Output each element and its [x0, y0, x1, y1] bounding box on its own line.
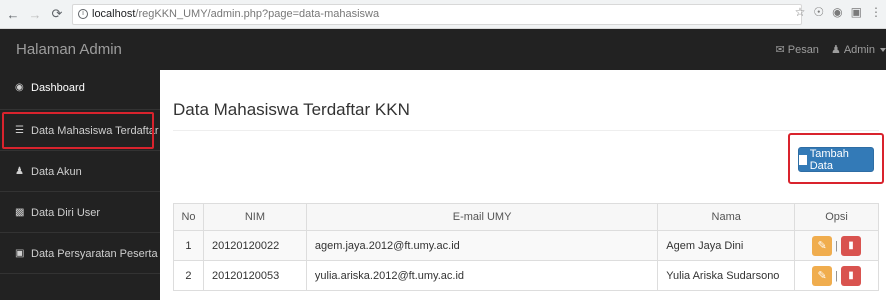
pencil-icon: ✎	[817, 270, 827, 282]
separator: |	[835, 239, 838, 252]
browser-extensions: ☆ ☉ ◉ ▣ ⋮	[795, 5, 882, 19]
star-icon[interactable]: ☆	[795, 5, 806, 19]
sidebar-item-label: Data Akun	[31, 165, 82, 178]
row-actions: ✎ | ▮	[795, 235, 878, 256]
add-data-label: Tambah Data	[809, 147, 849, 172]
data-table: No NIM E-mail UMY Nama Opsi 1 2012012002…	[173, 203, 879, 291]
cell-nama: Yulia Ariska Sudarsono	[657, 260, 796, 291]
user-icon: ♟	[830, 44, 841, 56]
cell-opsi: ✎ | ▮	[794, 260, 879, 291]
forward-arrow-icon[interactable]: →	[26, 4, 44, 24]
navbar-right: ✉ Pesan ♟ Admin	[776, 29, 886, 70]
cast-icon[interactable]: ▣	[851, 5, 862, 19]
extension-icon[interactable]: ◉	[832, 5, 842, 19]
add-data-button[interactable]: Tambah Data	[798, 147, 874, 172]
user-label: Admin	[843, 43, 875, 56]
user-menu[interactable]: ♟ Admin	[831, 43, 886, 56]
delete-button[interactable]: ▮	[840, 235, 861, 256]
cell-nama: Agem Jaya Dini	[657, 230, 796, 261]
header-opsi: Opsi	[794, 203, 879, 231]
separator: |	[835, 269, 838, 282]
divider	[173, 130, 879, 131]
brand-title[interactable]: Halaman Admin	[16, 41, 122, 58]
envelope-icon: ✉	[775, 44, 785, 56]
browser-toolbar: ← → ⟳ i localhost/regKKN_UMY/admin.php?p…	[0, 0, 886, 29]
back-arrow-icon[interactable]: ←	[4, 4, 22, 24]
sidebar-item-label: Dashboard	[31, 82, 85, 94]
highlight-box	[2, 112, 154, 149]
header-email: E-mail UMY	[305, 203, 659, 231]
sidebar-item-label: Data Diri User	[31, 206, 101, 219]
edit-button[interactable]: ✎	[812, 235, 833, 256]
reload-icon[interactable]: ⟳	[48, 4, 66, 24]
page-title: Data Mahasiswa Terdaftar KKN	[173, 100, 410, 119]
cell-opsi: ✎ | ▮	[794, 230, 879, 261]
table-header-row: No NIM E-mail UMY Nama Opsi	[173, 203, 879, 231]
trash-icon: ▮	[848, 270, 854, 281]
messages-label: Pesan	[787, 43, 819, 56]
cell-email: yulia.ariska.2012@ft.umy.ac.id	[305, 260, 659, 291]
sidebar-item-data-diri[interactable]: ▩ Data Diri User	[0, 193, 160, 233]
cell-nim: 20120120053	[202, 260, 307, 291]
sidebar-item-label: Data Persyaratan Peserta	[31, 247, 158, 260]
cell-no: 1	[173, 230, 204, 261]
file-icon	[799, 154, 807, 165]
picture-icon: ▣	[15, 248, 25, 259]
sidebar-item-dashboard[interactable]: ◉ Dashboard	[0, 70, 160, 110]
dashboard-icon: ◉	[15, 82, 24, 93]
info-icon[interactable]: i	[78, 9, 88, 19]
trash-icon: ▮	[848, 240, 854, 251]
folder-icon: ▩	[15, 207, 25, 218]
sidebar-item-persyaratan[interactable]: ▣ Data Persyaratan Peserta	[0, 234, 160, 274]
highlight-box: Tambah Data	[788, 133, 884, 184]
sidebar-item-data-akun[interactable]: ♟ Data Akun	[0, 152, 160, 192]
table-row: 2 20120120053 yulia.ariska.2012@ft.umy.a…	[173, 260, 879, 291]
cell-no: 2	[173, 260, 204, 291]
header-nim: NIM	[202, 203, 307, 231]
main-content: Data Mahasiswa Terdaftar KKN Tambah Data…	[160, 70, 886, 300]
header-nama: Nama	[657, 203, 796, 231]
caret-down-icon	[880, 47, 886, 52]
messages-link[interactable]: ✉ Pesan	[775, 43, 819, 57]
header-no: No	[173, 203, 204, 231]
cell-nim: 20120120022	[202, 230, 307, 261]
sidebar: ◉ Dashboard ☰ Data Mahasiswa Terdaftar ♟…	[0, 70, 160, 300]
delete-button[interactable]: ▮	[840, 265, 861, 286]
address-bar[interactable]: i localhost/regKKN_UMY/admin.php?page=da…	[72, 3, 802, 25]
url-host: localhost	[92, 8, 136, 20]
admin-navbar: Halaman Admin ✉ Pesan ♟ Admin	[0, 29, 886, 70]
pencil-icon: ✎	[817, 240, 827, 252]
users-icon: ♟	[15, 166, 24, 177]
edit-button[interactable]: ✎	[812, 265, 833, 286]
table-row: 1 20120120022 agem.jaya.2012@ft.umy.ac.i…	[173, 230, 879, 261]
cell-email: agem.jaya.2012@ft.umy.ac.id	[305, 230, 659, 261]
row-actions: ✎ | ▮	[795, 265, 878, 286]
shield-icon[interactable]: ☉	[813, 5, 824, 19]
menu-kebab-icon[interactable]: ⋮	[870, 5, 882, 19]
url-path: /regKKN_UMY/admin.php?page=data-mahasisw…	[135, 8, 380, 20]
